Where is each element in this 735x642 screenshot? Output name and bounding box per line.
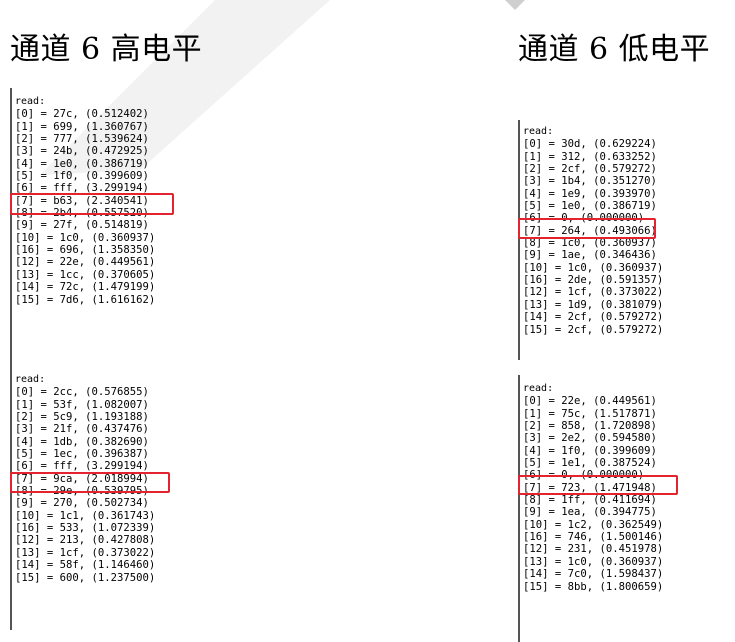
output-line: [14] = 2cf, (0.579272) <box>523 311 664 324</box>
output-line: [5] = 1e1, (0.387524) <box>523 457 657 470</box>
highlight-box <box>10 472 170 493</box>
read-label: read: <box>15 374 46 385</box>
highlight-box <box>518 475 678 495</box>
output-line: [3] = 1b4, (0.351270) <box>523 175 657 188</box>
output-line: [14] = 72c, (1.479199) <box>15 281 156 294</box>
output-line: [10] = 1c1, (0.361743) <box>15 509 156 522</box>
output-line: [1] = 699, (1.360767) <box>15 120 149 133</box>
output-line: [12] = 22e, (0.449561) <box>15 256 156 269</box>
output-line: [10] = 1c0, (0.360937) <box>15 231 156 244</box>
output-line: [15] = 7d6, (1.616162) <box>15 293 156 306</box>
output-line: [3] = 2e2, (0.594580) <box>523 432 657 445</box>
output-line: [4] = 1f0, (0.399609) <box>523 444 657 457</box>
read-label: read: <box>523 126 554 137</box>
read-label: read: <box>523 383 554 394</box>
output-line: [9] = 1ae, (0.346436) <box>523 249 657 262</box>
output-line: [1] = 312, (0.633252) <box>523 150 657 163</box>
heading-channel6-high: 通道 6 高电平 <box>10 32 203 67</box>
highlight-box <box>518 218 656 239</box>
heading-channel6-low: 通道 6 低电平 <box>518 32 711 67</box>
console-panel-low-1: read: [0] = 30d, (0.629224) [1] = 312, (… <box>518 120 663 360</box>
read-label: read: <box>15 96 46 107</box>
console-panel-high-1: read: [0] = 27c, (0.512402) [1] = 699, (… <box>10 88 174 362</box>
output-line: [12] = 231, (0.451978) <box>523 543 664 556</box>
output-line: [2] = 777, (1.539624) <box>15 133 149 146</box>
output-line: [16] = 746, (1.500146) <box>523 531 664 544</box>
output-line: [14] = 7c0, (1.598437) <box>523 568 664 581</box>
highlight-box <box>10 193 174 215</box>
output-line: [3] = 21f, (0.437476) <box>15 423 149 436</box>
output-line: [4] = 1e9, (0.393970) <box>523 187 657 200</box>
output-line: [5] = 1ec, (0.396387) <box>15 448 149 461</box>
output-line: [4] = 1db, (0.382690) <box>15 435 149 448</box>
output-line: [5] = 1f0, (0.399609) <box>15 170 149 183</box>
output-line: [15] = 2cf, (0.579272) <box>523 323 664 336</box>
output-line: [5] = 1e0, (0.386719) <box>523 200 657 213</box>
output-line: [15] = 8bb, (1.800659) <box>523 580 664 593</box>
output-line: [0] = 22e, (0.449561) <box>523 395 657 408</box>
output-line: [0] = 27c, (0.512402) <box>15 108 149 121</box>
output-line: [16] = 696, (1.358350) <box>15 244 156 257</box>
output-line: [3] = 24b, (0.472925) <box>15 145 149 158</box>
output-line: [10] = 1c2, (0.362549) <box>523 518 664 531</box>
output-line: [2] = 5c9, (1.193188) <box>15 411 149 424</box>
output-line: [8] = 1ff, (0.411694) <box>523 494 657 507</box>
output-line: [4] = 1e0, (0.386719) <box>15 157 149 170</box>
output-line: [2] = 858, (1.720898) <box>523 420 657 433</box>
output-line: [9] = 1ea, (0.394775) <box>523 506 657 519</box>
output-line: [13] = 1cf, (0.373022) <box>15 546 156 559</box>
output-line: [2] = 2cf, (0.579272) <box>523 163 657 176</box>
console-panel-high-2: read: [0] = 2cc, (0.576855) [1] = 53f, (… <box>10 362 170 630</box>
console-panel-low-2: read: [0] = 22e, (0.449561) [1] = 75c, (… <box>518 375 678 642</box>
output-line: [16] = 2de, (0.591357) <box>523 274 664 287</box>
output-line: [16] = 533, (1.072339) <box>15 522 156 535</box>
output-line: [12] = 213, (0.427808) <box>15 534 156 547</box>
output-line: [0] = 2cc, (0.576855) <box>15 386 149 399</box>
output-line: [9] = 27f, (0.514819) <box>15 219 149 232</box>
output-line-highlighted: [6] = fff, (3.299194) <box>15 460 149 473</box>
output-line: [12] = 1cf, (0.373022) <box>523 286 664 299</box>
output-line: [15] = 600, (1.237500) <box>15 571 156 584</box>
output-line: [1] = 75c, (1.517871) <box>523 407 657 420</box>
output-line: [9] = 270, (0.502734) <box>15 497 149 510</box>
output-line: [13] = 1cc, (0.370605) <box>15 268 156 281</box>
output-line: [13] = 1d9, (0.381079) <box>523 298 664 311</box>
output-line: [10] = 1c0, (0.360937) <box>523 261 664 274</box>
output-line: [14] = 58f, (1.146460) <box>15 559 156 572</box>
output-line: [1] = 53f, (1.082007) <box>15 398 149 411</box>
output-line: [0] = 30d, (0.629224) <box>523 138 657 151</box>
output-line: [13] = 1c0, (0.360937) <box>523 555 664 568</box>
